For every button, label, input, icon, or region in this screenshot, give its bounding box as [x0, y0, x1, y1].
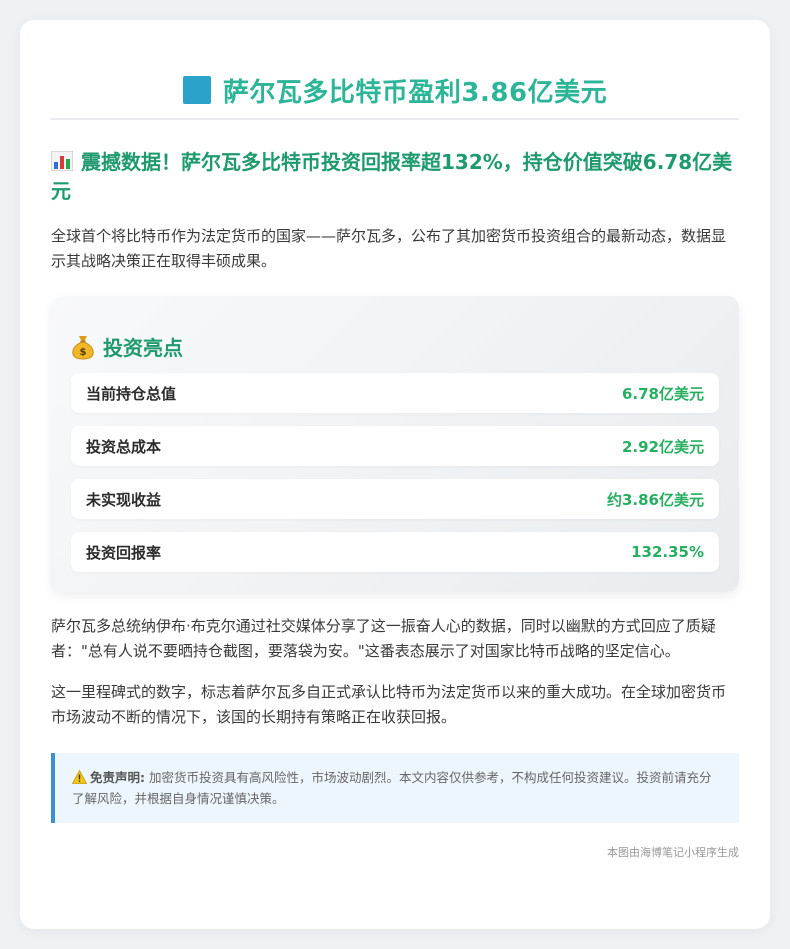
disclaimer-text: 加密货币投资具有高风险性，市场波动剧烈。本文内容仅供参考，不构成任何投资建议。投… — [72, 770, 712, 806]
money-bag-icon: $ — [72, 335, 94, 360]
highlight-value: 132.35% — [631, 543, 704, 561]
highlight-label: 投资总成本 — [86, 437, 162, 456]
body-paragraph-2: 这一里程碑式的数字，标志着萨尔瓦多自正式承认比特币为法定货币以来的重大成功。在全… — [51, 683, 727, 726]
highlight-row-holding: 当前持仓总值 6.78亿美元 — [71, 373, 719, 413]
highlight-row-gain: 未实现收益 约3.86亿美元 — [71, 479, 719, 519]
highlight-label: 当前持仓总值 — [86, 384, 177, 403]
page-title: 萨尔瓦多比特币盈利3.86亿美元 — [222, 77, 608, 108]
highlights-title: $ 投资亮点 — [71, 332, 719, 361]
highlight-row-roi: 投资回报率 132.35% — [71, 532, 719, 572]
highlights-title-text: 投资亮点 — [103, 336, 183, 360]
svg-text:$: $ — [80, 347, 87, 358]
highlight-value: 2.92亿美元 — [621, 437, 704, 456]
body-paragraph-1: 萨尔瓦多总统纳伊布·布克尔通过社交媒体分享了这一振奋人心的数据，同时以幽默的方式… — [51, 617, 716, 660]
subtitle: 震撼数据！萨尔瓦多比特币投资回报率超132%，持仓价值突破6.78亿美元 — [51, 148, 739, 206]
highlight-label: 投资回报率 — [86, 543, 162, 562]
title-square-icon — [182, 76, 211, 104]
footer-note: 本图由海博笔记小程序生成 — [607, 846, 739, 859]
disclaimer-box: 免责声明: 加密货币投资具有高风险性，市场波动剧烈。本文内容仅供参考，不构成任何… — [51, 753, 739, 823]
highlight-value: 6.78亿美元 — [621, 384, 704, 403]
highlight-label: 未实现收益 — [86, 490, 162, 509]
highlights-box: $ 投资亮点 当前持仓总值 6.78亿美元 投资总成本 2.92亿美元 未实现收… — [51, 296, 739, 592]
article-card: 萨尔瓦多比特币盈利3.86亿美元 震撼数据！萨尔瓦多比特币投资回报率超132%，… — [20, 20, 770, 929]
title-divider — [51, 118, 739, 120]
warning-icon — [72, 770, 87, 784]
subtitle-text: 震撼数据！萨尔瓦多比特币投资回报率超132%，持仓价值突破6.78亿美元 — [51, 150, 733, 203]
highlight-row-cost: 投资总成本 2.92亿美元 — [71, 426, 719, 466]
disclaimer-label: 免责声明: — [90, 770, 145, 785]
intro-paragraph: 全球首个将比特币作为法定货币的国家——萨尔瓦多，公布了其加密货币投资组合的最新动… — [51, 227, 727, 270]
title-row: 萨尔瓦多比特币盈利3.86亿美元 — [51, 72, 739, 108]
bar-chart-icon — [51, 151, 73, 171]
highlight-value: 约3.86亿美元 — [606, 490, 704, 509]
